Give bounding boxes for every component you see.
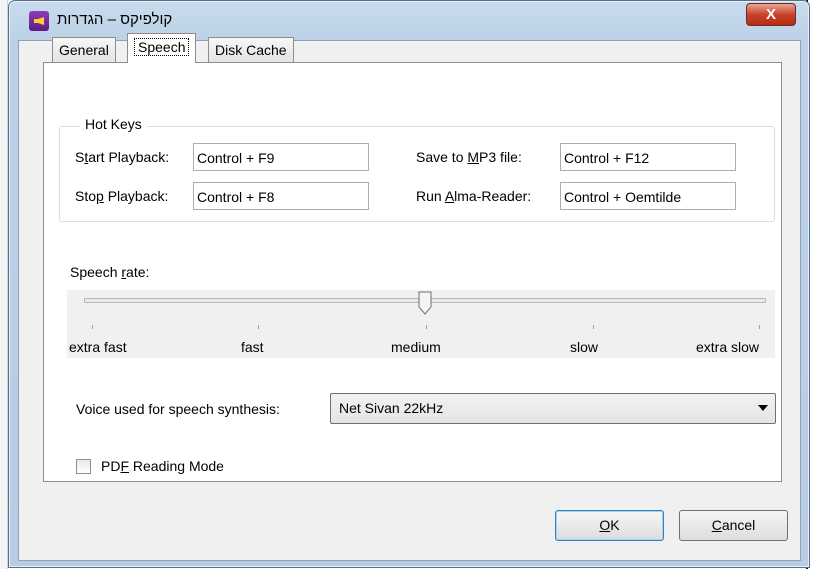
window-title: קולפיקס – הגדרות: [57, 11, 173, 28]
speech-rate-tick: [258, 325, 259, 329]
close-button[interactable]: X: [746, 3, 796, 26]
run-alma-reader-field[interactable]: Control + Oemtilde: [560, 182, 736, 210]
cancel-button[interactable]: Cancel: [679, 510, 788, 541]
dropdown-arrow-icon[interactable]: [758, 405, 768, 411]
speech-rate-tick-label: extra fast: [69, 339, 127, 355]
voice-select[interactable]: Net Sivan 22kHz: [330, 393, 776, 424]
tab-general[interactable]: General: [52, 37, 116, 62]
speech-rate-tick-label: slow: [570, 339, 599, 355]
tab-speech[interactable]: Speech: [127, 33, 197, 63]
save-mp3-field[interactable]: Control + F12: [560, 143, 736, 171]
start-playback-field[interactable]: Control + F9: [193, 143, 369, 171]
background-window-edge: [0, 0, 8, 569]
hot-keys-caption: Hot Keys: [80, 116, 147, 132]
speech-rate-tick-label: medium: [391, 339, 441, 355]
pdf-reading-mode-label[interactable]: PDF Reading Mode: [101, 458, 224, 474]
speech-rate-tick: [759, 325, 760, 329]
voice-label: Voice used for speech synthesis:: [76, 401, 280, 417]
speech-rate-tick: [593, 325, 594, 329]
speaker-icon: [29, 11, 49, 31]
pdf-reading-mode-checkbox[interactable]: [76, 459, 91, 474]
speech-rate-tick: [426, 325, 427, 329]
speech-rate-thumb[interactable]: [418, 291, 432, 315]
speech-rate-tick-label: extra slow: [696, 339, 760, 355]
stop-playback-label: Stop Playback:: [75, 188, 169, 204]
stop-playback-field[interactable]: Control + F8: [193, 182, 369, 210]
speech-rate-tick: [92, 325, 93, 329]
save-mp3-label: Save to MP3 file:: [416, 149, 522, 165]
speech-rate-label: Speech rate:: [70, 264, 150, 280]
speech-rate-tick-label: fast: [241, 339, 264, 355]
run-alma-reader-label: Run Alma-Reader:: [416, 188, 532, 204]
voice-select-value: Net Sivan 22kHz: [339, 400, 444, 416]
ok-button[interactable]: OK: [555, 510, 664, 541]
start-playback-label: Start Playback:: [75, 149, 170, 165]
tab-disk-cache[interactable]: Disk Cache: [208, 37, 294, 62]
